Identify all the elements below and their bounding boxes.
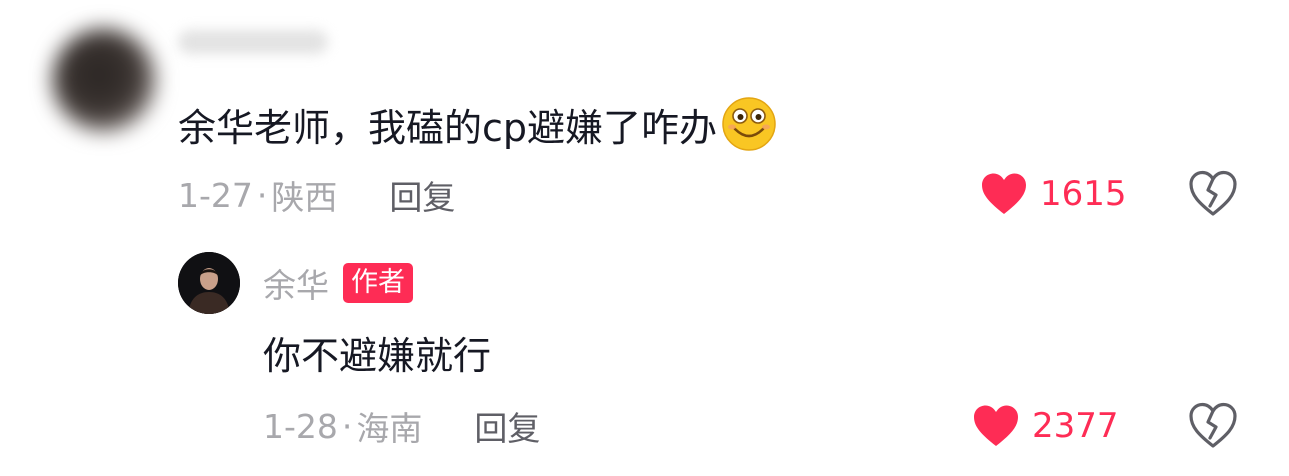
reply-body: 你不避嫌就行 — [263, 326, 491, 378]
author-name[interactable]: 余华 — [263, 259, 329, 307]
commenter-username-blurred[interactable] — [178, 30, 328, 54]
heart-icon — [974, 405, 1018, 446]
commenter-avatar-blurred[interactable] — [52, 28, 156, 132]
comment-meta: 1-27 · 陕西 回复 — [178, 175, 455, 218]
comment-thread: 余华老师，我磕的cp避嫌了咋办 1-27 · 陕西 回复 1615 余华 作者 … — [0, 0, 1289, 476]
comment-body: 余华老师，我磕的cp避嫌了咋办 — [178, 96, 777, 152]
reply-text: 你不避嫌就行 — [263, 333, 492, 378]
comment-reply-button[interactable]: 回复 — [389, 171, 455, 219]
comment-like-count: 1615 — [1040, 174, 1127, 214]
reply-reply-button[interactable]: 回复 — [474, 402, 540, 450]
broken-heart-icon — [1189, 170, 1237, 216]
reply-like-count: 2377 — [1032, 406, 1119, 446]
comment-location: 陕西 — [271, 178, 338, 217]
smile-emoji-icon — [722, 97, 776, 151]
comment-text: 余华老师，我磕的cp避嫌了咋办 — [178, 105, 718, 150]
meta-separator: · — [256, 175, 268, 215]
comment-dislike-button[interactable] — [1188, 170, 1238, 218]
comment-like-button[interactable]: 1615 — [980, 170, 1127, 218]
reply-like-button[interactable]: 2377 — [972, 402, 1119, 450]
author-avatar[interactable] — [178, 252, 240, 314]
reply-date: 1-28 — [263, 406, 338, 446]
heart-icon — [982, 173, 1026, 214]
reply-dislike-button[interactable] — [1188, 402, 1238, 450]
reply-meta: 1-28 · 海南 回复 — [263, 406, 540, 449]
reply-header: 余华 作者 — [263, 259, 413, 307]
meta-separator: · — [341, 406, 353, 446]
author-badge: 作者 — [343, 263, 413, 303]
reply-location: 海南 — [356, 409, 423, 448]
broken-heart-icon — [1189, 402, 1237, 448]
comment-date: 1-27 — [178, 175, 253, 215]
author-avatar-image — [178, 252, 240, 314]
